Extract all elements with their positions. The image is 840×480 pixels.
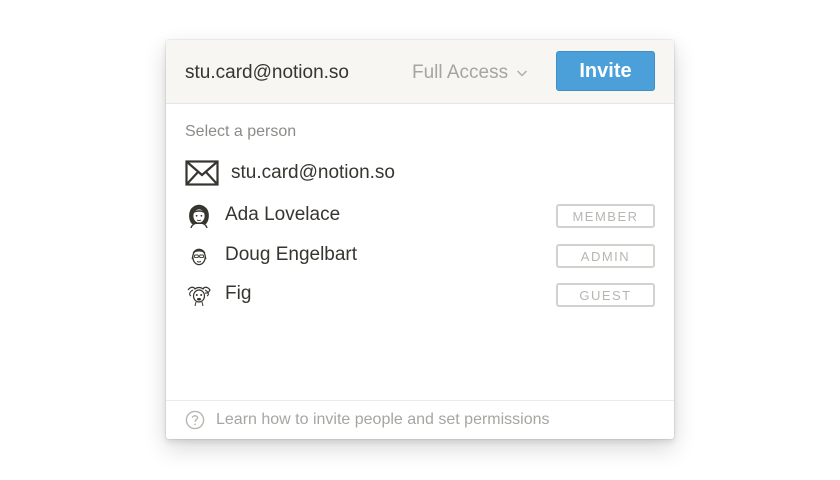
role-badge-admin: ADMIN (556, 244, 655, 268)
select-person-label: Select a person (185, 123, 297, 140)
doug-avatar-icon (191, 248, 207, 266)
invite-button-label: Invite (579, 59, 632, 82)
ada-avatar-icon (189, 204, 209, 229)
person-row-fig[interactable]: Fig GUEST (166, 277, 674, 313)
person-name: Doug Engelbart (225, 244, 358, 265)
role-badge-guest: GUEST (556, 283, 655, 307)
help-circle-icon (185, 410, 205, 430)
mail-icon (185, 160, 219, 186)
person-name: Ada Lovelace (225, 204, 341, 225)
access-level-label: Full Access (412, 62, 509, 83)
person-name: Fig (225, 283, 252, 304)
help-footer[interactable]: Learn how to invite people and set permi… (166, 400, 674, 439)
person-row-ada-lovelace[interactable]: Ada Lovelace MEMBER (166, 198, 674, 234)
email-suggestion-text: stu.card@notion.so (231, 162, 395, 183)
access-level-dropdown[interactable]: Full Access (412, 60, 528, 86)
fig-avatar-icon (187, 286, 211, 307)
help-link-text: Learn how to invite people and set permi… (216, 411, 550, 428)
chevron-down-icon (517, 70, 528, 77)
person-row-doug-engelbart[interactable]: Doug Engelbart ADMIN (166, 238, 674, 274)
email-suggestion-row[interactable]: stu.card@notion.so (166, 156, 674, 192)
invite-dialog: Full Access Invite Select a person stu.c… (166, 40, 674, 439)
invite-button[interactable]: Invite (556, 51, 655, 91)
invite-email-input[interactable] (185, 60, 405, 86)
role-badge-member: MEMBER (556, 204, 655, 228)
invite-header: Full Access Invite (166, 40, 674, 104)
